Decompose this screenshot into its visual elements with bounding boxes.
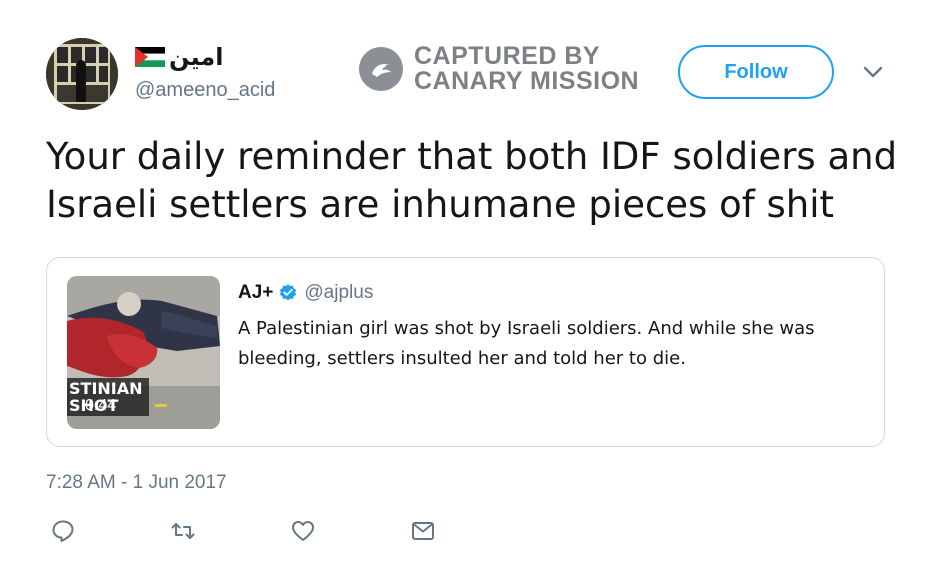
like-heart-icon[interactable] <box>290 518 316 544</box>
canary-bird-icon <box>359 47 403 91</box>
video-duration: 0:44 <box>85 397 117 414</box>
quoted-tweet-body: AJ+ @ajplus A Palestinian girl was shot … <box>238 280 858 374</box>
author-handle: @ameeno_acid <box>135 79 276 101</box>
canary-mission-watermark: CAPTURED BY CANARY MISSION <box>358 44 639 94</box>
quoted-author-name[interactable]: AJ+ <box>238 282 273 304</box>
watermark-line1: CAPTURED BY <box>414 42 601 70</box>
follow-button[interactable]: Follow <box>678 45 834 99</box>
palestine-flag-icon <box>135 47 165 67</box>
tweet-text: Your daily reminder that both IDF soldie… <box>46 135 898 226</box>
chevron-down-icon[interactable] <box>862 64 884 80</box>
retweet-icon[interactable] <box>170 518 196 544</box>
quoted-author-handle[interactable]: @ajplus <box>304 282 373 304</box>
reply-icon[interactable] <box>50 518 76 544</box>
avatar-image <box>46 38 118 110</box>
tweet-author[interactable]: امين @ameeno_acid <box>135 40 275 102</box>
tweet-timestamp[interactable]: 7:28 AM - 1 Jun 2017 <box>46 472 227 494</box>
quoted-tweet-card[interactable]: STINIAN SHOT 0:44 AJ+ @ajplus A Palestin… <box>46 257 885 447</box>
direct-message-icon[interactable] <box>410 518 436 544</box>
verified-badge-icon <box>280 284 297 301</box>
quoted-video-thumbnail[interactable]: STINIAN SHOT 0:44 <box>67 276 220 429</box>
quoted-tweet-header: AJ+ @ajplus <box>238 280 858 306</box>
quoted-tweet-text: A Palestinian girl was shot by Israeli s… <box>238 318 815 369</box>
author-display-name: امين <box>169 43 224 71</box>
watermark-line2: CANARY MISSION <box>414 67 640 95</box>
author-avatar[interactable] <box>46 38 118 110</box>
